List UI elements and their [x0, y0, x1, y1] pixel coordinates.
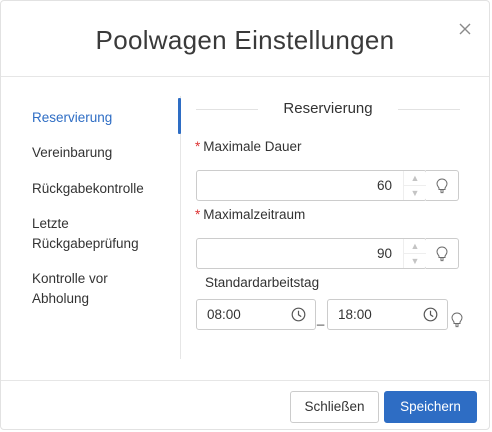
clock-icon[interactable]	[423, 307, 438, 322]
nav-active-indicator	[178, 98, 181, 134]
max-duration-stepper: ▲ ▼	[403, 171, 426, 200]
section-title: Reservierung	[283, 100, 373, 117]
max-duration-label-text: Maximale Dauer	[203, 139, 302, 154]
section-line-left	[196, 109, 258, 110]
decrement-icon[interactable]: ▼	[404, 254, 426, 268]
max-period-input[interactable]: 90 ▲ ▼	[196, 238, 427, 269]
footer-divider	[1, 380, 489, 381]
increment-icon[interactable]: ▲	[404, 171, 426, 186]
nav-item-reservierung[interactable]: Reservierung	[32, 108, 172, 128]
workday-end-value: 18:00	[338, 307, 372, 322]
max-period-hint-button[interactable]	[426, 238, 459, 269]
nav-divider	[180, 96, 181, 359]
max-period-stepper: ▲ ▼	[403, 239, 426, 268]
dialog-title: Poolwagen Einstellungen	[95, 25, 395, 55]
nav-item-rueckgabekontrolle[interactable]: Rückgabekontrolle	[32, 179, 172, 199]
clock-icon[interactable]	[291, 307, 306, 322]
nav-item-kontrolle-vor-abholung[interactable]: Kontrolle vor Abholung	[32, 269, 132, 309]
close-icon[interactable]	[455, 19, 475, 39]
max-period-label-text: Maximalzeitraum	[203, 207, 306, 222]
workday-end-input[interactable]: 18:00	[327, 299, 448, 330]
max-duration-value: 60	[376, 178, 392, 193]
save-button[interactable]: Speichern	[384, 391, 477, 423]
settings-dialog: Poolwagen Einstellungen Reservierung Ver…	[0, 0, 490, 430]
section-line-right	[398, 109, 460, 110]
increment-icon[interactable]: ▲	[404, 239, 426, 254]
decrement-icon[interactable]: ▼	[404, 186, 426, 200]
time-range-separator: _	[317, 311, 325, 326]
max-duration-label: * Maximale Dauer	[195, 139, 302, 154]
close-button[interactable]: Schließen	[290, 391, 379, 423]
workday-label: Standardarbeitstag	[205, 275, 320, 290]
nav-item-vereinbarung[interactable]: Vereinbarung	[32, 143, 172, 163]
required-mark: *	[195, 139, 201, 154]
lightbulb-icon	[436, 246, 448, 262]
workday-start-value: 08:00	[207, 307, 241, 322]
nav-item-letzte-rueckgabepruefung[interactable]: Letzte Rückgabeprüfung	[32, 214, 142, 254]
workday-hint-button[interactable]	[450, 312, 464, 328]
max-duration-input[interactable]: 60 ▲ ▼	[196, 170, 427, 201]
workday-start-input[interactable]: 08:00	[196, 299, 316, 330]
lightbulb-icon	[451, 312, 463, 328]
required-mark: *	[195, 207, 201, 222]
max-duration-hint-button[interactable]	[426, 170, 459, 201]
header-divider	[1, 76, 489, 77]
max-period-label: * Maximalzeitraum	[195, 207, 305, 222]
lightbulb-icon	[436, 178, 448, 194]
max-period-value: 90	[376, 246, 392, 261]
